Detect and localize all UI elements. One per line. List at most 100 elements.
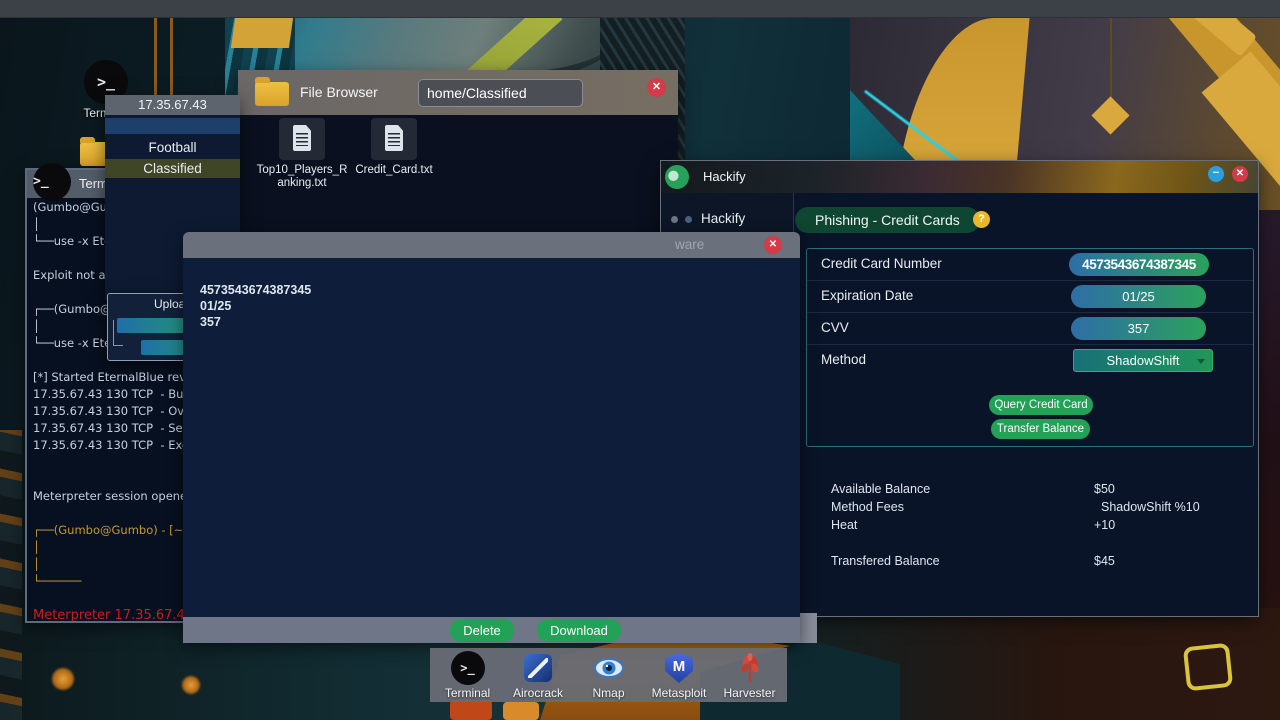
- terminal-line: [*] Started EternalBlue reverse: [33, 370, 184, 384]
- info-value: $45: [1094, 554, 1115, 568]
- transfer-balance-button[interactable]: Transfer Balance: [991, 419, 1090, 439]
- file-icon: [279, 118, 325, 160]
- wallpaper-yellow-patch: [230, 18, 294, 48]
- info-value: $50: [1094, 482, 1115, 496]
- sidebar-item-label: Hackify: [701, 211, 746, 226]
- file-name: Top10_Players_Ranking.txt: [256, 164, 348, 189]
- shield-m-icon: M: [665, 653, 693, 683]
- field-label: Expiration Date: [821, 288, 914, 303]
- file-item[interactable]: Credit_Card.txt: [347, 118, 441, 177]
- terminal-line: │: [33, 540, 40, 554]
- dock-item-airocrack[interactable]: Airocrack: [505, 652, 571, 700]
- background-window-title: ware: [675, 237, 705, 252]
- dock-item-harvester[interactable]: Harvester: [717, 652, 783, 700]
- dock-item-nmap[interactable]: Nmap: [576, 652, 642, 700]
- file-content-text: 4573543674387345 01/25 357: [200, 283, 312, 329]
- file-browser-titlebar[interactable]: File Browser ✕: [238, 70, 678, 115]
- terminal-line: │: [33, 557, 40, 571]
- file-icon: [371, 118, 417, 160]
- info-value: ShadowShift %10: [1101, 500, 1200, 514]
- wallpaper-yellow-square: [1182, 642, 1234, 692]
- phishing-form-panel: Credit Card Number 4573543674387345 Expi…: [806, 248, 1254, 447]
- info-row: Heat +10: [795, 518, 1258, 536]
- credit-card-number-input[interactable]: 4573543674387345: [1069, 253, 1209, 276]
- cvv-input[interactable]: 357: [1071, 317, 1206, 340]
- section-title-badge: Phishing - Credit Cards: [795, 207, 980, 233]
- folder-icon: [255, 77, 289, 106]
- host-folder-classified[interactable]: Classified: [105, 159, 240, 178]
- dock-item-terminal[interactable]: >_ Terminal: [435, 651, 501, 700]
- file-name: Credit_Card.txt: [355, 164, 433, 176]
- info-value: +10: [1094, 518, 1116, 532]
- dock-item-label: Airocrack: [512, 686, 563, 700]
- terminal-line: 17.35.67.43 130 TCP - Overv: [33, 404, 184, 418]
- feather-icon: [524, 654, 552, 682]
- document-icon: [293, 125, 311, 151]
- close-icon[interactable]: ✕: [1232, 166, 1248, 182]
- hackify-titlebar[interactable]: Hackify − ✕: [661, 161, 1258, 193]
- chevron-down-icon: [1197, 359, 1205, 364]
- eye-icon: [576, 652, 642, 684]
- wallpaper-orange-block: [503, 702, 539, 720]
- path-input[interactable]: [418, 79, 583, 107]
- info-label: Transfered Balance: [831, 554, 940, 568]
- terminal-line: Meterpreter 17.35.67.43: [33, 608, 184, 621]
- field-label: Method: [821, 352, 867, 367]
- close-icon[interactable]: ✕: [764, 236, 782, 254]
- host-folder-football[interactable]: Football: [105, 138, 240, 157]
- terminal-line: 17.35.67.43 130 TCP - Built: [33, 387, 184, 401]
- terminal-line: ┌──(Gumbo@Gumbo) - [~]: [33, 523, 184, 537]
- wallpaper-orange-block: [450, 700, 492, 720]
- dock-item-label: Nmap: [592, 686, 625, 700]
- info-label: Method Fees: [831, 500, 904, 514]
- delete-button[interactable]: Delete: [450, 618, 514, 642]
- wallpaper-glow-dot: [52, 668, 74, 690]
- sidebar-bullet-icon: [685, 216, 692, 223]
- text-viewer-titlebar[interactable]: ware ✕: [183, 232, 800, 258]
- text-viewer-footer: Delete Download: [183, 617, 800, 643]
- query-credit-card-button[interactable]: Query Credit Card: [989, 395, 1093, 415]
- info-label: Heat: [831, 518, 858, 532]
- info-row: Available Balance $50: [795, 482, 1258, 500]
- file-browser-title: File Browser: [300, 84, 378, 100]
- wheat-icon: [717, 652, 783, 684]
- hackify-window-title: Hackify: [703, 169, 746, 184]
- system-top-bar: [0, 0, 1280, 18]
- wallpaper-glow-dot: [182, 676, 200, 694]
- field-label: CVV: [821, 320, 849, 335]
- info-label: Available Balance: [831, 482, 931, 496]
- expiration-date-input[interactable]: 01/25: [1071, 285, 1206, 308]
- method-dropdown[interactable]: ShadowShift: [1073, 349, 1213, 372]
- minimize-icon[interactable]: −: [1208, 166, 1224, 182]
- form-row: Credit Card Number 4573543674387345: [807, 249, 1253, 281]
- download-button[interactable]: Download: [537, 618, 621, 642]
- sidebar-bullet-icon: [671, 216, 678, 223]
- hidden-window-edge: [800, 613, 817, 643]
- host-window-title[interactable]: 17.35.67.43: [105, 95, 240, 115]
- wallpaper-left-edge: [0, 430, 22, 720]
- host-selected-row[interactable]: [105, 118, 240, 134]
- terminal-line: 17.35.67.43 130 TCP - Execu: [33, 438, 184, 452]
- help-icon[interactable]: ?: [973, 211, 990, 228]
- terminal-line: └──────: [33, 574, 82, 588]
- info-row: Transfered Balance $45: [795, 554, 1258, 572]
- form-row: Expiration Date 01/25: [807, 281, 1253, 313]
- hackify-app-icon: [665, 165, 689, 189]
- form-row: CVV 357: [807, 313, 1253, 345]
- file-item[interactable]: Top10_Players_Ranking.txt: [255, 118, 349, 190]
- dock: >_ Terminal Airocrack Nmap M Metasploit: [430, 648, 787, 702]
- sidebar-item-hackify[interactable]: Hackify: [661, 206, 793, 232]
- text-viewer-window: ware ✕ 4573543674387345 01/25 357 Delete…: [183, 232, 800, 643]
- terminal-icon: >_: [450, 651, 485, 685]
- dock-item-metasploit[interactable]: M Metasploit: [646, 652, 712, 700]
- form-row: Method ShadowShift: [807, 345, 1253, 378]
- terminal-icon: >_: [33, 163, 71, 201]
- wallpaper-pendant-string: [1110, 18, 1112, 104]
- terminal-line: Meterpreter session opened (: [33, 489, 184, 503]
- close-icon[interactable]: ✕: [647, 78, 666, 97]
- dock-item-label: Metasploit: [651, 686, 707, 700]
